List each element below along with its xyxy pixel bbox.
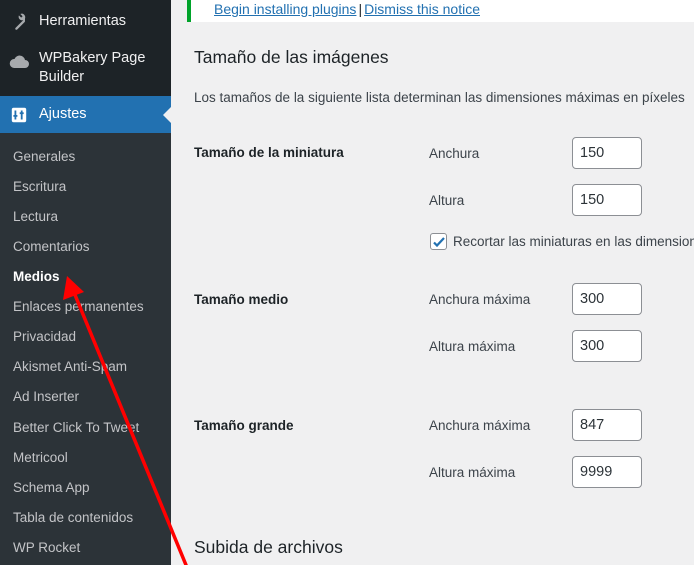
submenu-item-comentarios[interactable]: Comentarios (13, 238, 90, 256)
large-width-label: Anchura máxima (429, 418, 531, 433)
menu-item-wpbakery[interactable]: WPBakery Page Builder (0, 44, 171, 92)
submenu-item-generales[interactable]: Generales (13, 148, 75, 166)
submenu-item-privacidad[interactable]: Privacidad (13, 328, 76, 346)
large-width-input[interactable] (572, 409, 642, 441)
begin-installing-plugins-link[interactable]: Begin installing plugins (214, 1, 356, 17)
plugin-notice: Begin installing plugins | Dismiss this no… (187, 0, 694, 22)
menu-item-herramientas[interactable]: Herramientas (0, 8, 171, 36)
admin-sidebar: Herramientas WPBakery Page Builder Ajust… (0, 0, 171, 565)
submenu-item-wp-rocket[interactable]: WP Rocket (13, 539, 80, 557)
medium-size-label: Tamaño medio (194, 292, 289, 307)
ajustes-submenu: Generales Escritura Lectura Comentarios … (0, 133, 171, 565)
submenu-item-escritura[interactable]: Escritura (13, 178, 66, 196)
menu-label-wpbakery: WPBakery Page Builder (39, 50, 146, 85)
thumbnail-size-label: Tamaño de la miniatura (194, 145, 344, 160)
image-sizes-description: Los tamaños de la siguiente lista determ… (194, 90, 685, 105)
notice-links: Begin installing plugins | Dismiss this no… (214, 1, 480, 17)
submenu-item-medios[interactable]: Medios (13, 268, 60, 286)
crop-thumbnails-label[interactable]: Recortar las miniaturas en las dimension… (453, 234, 694, 249)
thumbnail-width-input[interactable] (572, 137, 642, 169)
main-content: Begin installing plugins | Dismiss this no… (171, 0, 694, 565)
medium-width-label: Anchura máxima (429, 292, 531, 307)
menu-label-ajustes: Ajustes (39, 106, 87, 122)
menu-label-herramientas: Herramientas (39, 13, 127, 29)
submenu-item-tabla-de-contenidos[interactable]: Tabla de contenidos (13, 509, 133, 527)
wrench-icon (8, 10, 30, 32)
checkmark-icon (432, 236, 445, 247)
submenu-item-metricool[interactable]: Metricool (13, 449, 68, 467)
crop-thumbnails-checkbox[interactable] (430, 233, 447, 250)
uploads-heading: Subida de archivos (194, 537, 343, 557)
image-sizes-heading: Tamaño de las imágenes (194, 47, 389, 67)
dismiss-notice-link[interactable]: Dismiss this notice (364, 1, 480, 17)
active-menu-pointer (163, 107, 171, 123)
large-height-label: Altura máxima (429, 465, 516, 480)
medium-height-label: Altura máxima (429, 339, 516, 354)
submenu-item-akismet[interactable]: Akismet Anti-Spam (13, 358, 127, 376)
submenu-item-better-click-to-tweet[interactable]: Better Click To Tweet (13, 419, 139, 437)
submenu-item-schema-app[interactable]: Schema App (13, 479, 90, 497)
thumbnail-height-input[interactable] (572, 184, 642, 216)
settings-icon (8, 104, 30, 126)
thumbnail-height-label: Altura (429, 193, 465, 208)
thumbnail-width-label: Anchura (429, 146, 480, 161)
menu-item-ajustes[interactable]: Ajustes (0, 96, 171, 133)
submenu-item-ad-inserter[interactable]: Ad Inserter (13, 388, 79, 406)
submenu-item-enlaces-permanentes[interactable]: Enlaces permanentes (13, 298, 144, 316)
large-height-input[interactable] (572, 456, 642, 488)
large-size-label: Tamaño grande (194, 418, 294, 433)
medium-width-input[interactable] (572, 283, 642, 315)
notice-separator: | (358, 1, 363, 17)
submenu-item-lectura[interactable]: Lectura (13, 208, 58, 226)
medium-height-input[interactable] (572, 330, 642, 362)
cloud-icon (8, 50, 30, 72)
